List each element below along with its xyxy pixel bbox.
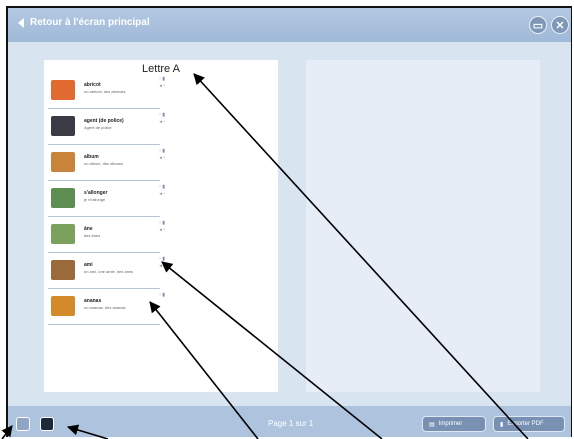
arrow-to-layout-button	[1, 425, 13, 439]
arrow-to-ananas-icons	[149, 301, 259, 439]
arrow-to-contrast-button	[66, 424, 109, 439]
annotation-arrows	[1, 73, 529, 439]
arrow-to-page-title	[193, 73, 529, 439]
arrow-to-entry-icons	[161, 261, 383, 439]
